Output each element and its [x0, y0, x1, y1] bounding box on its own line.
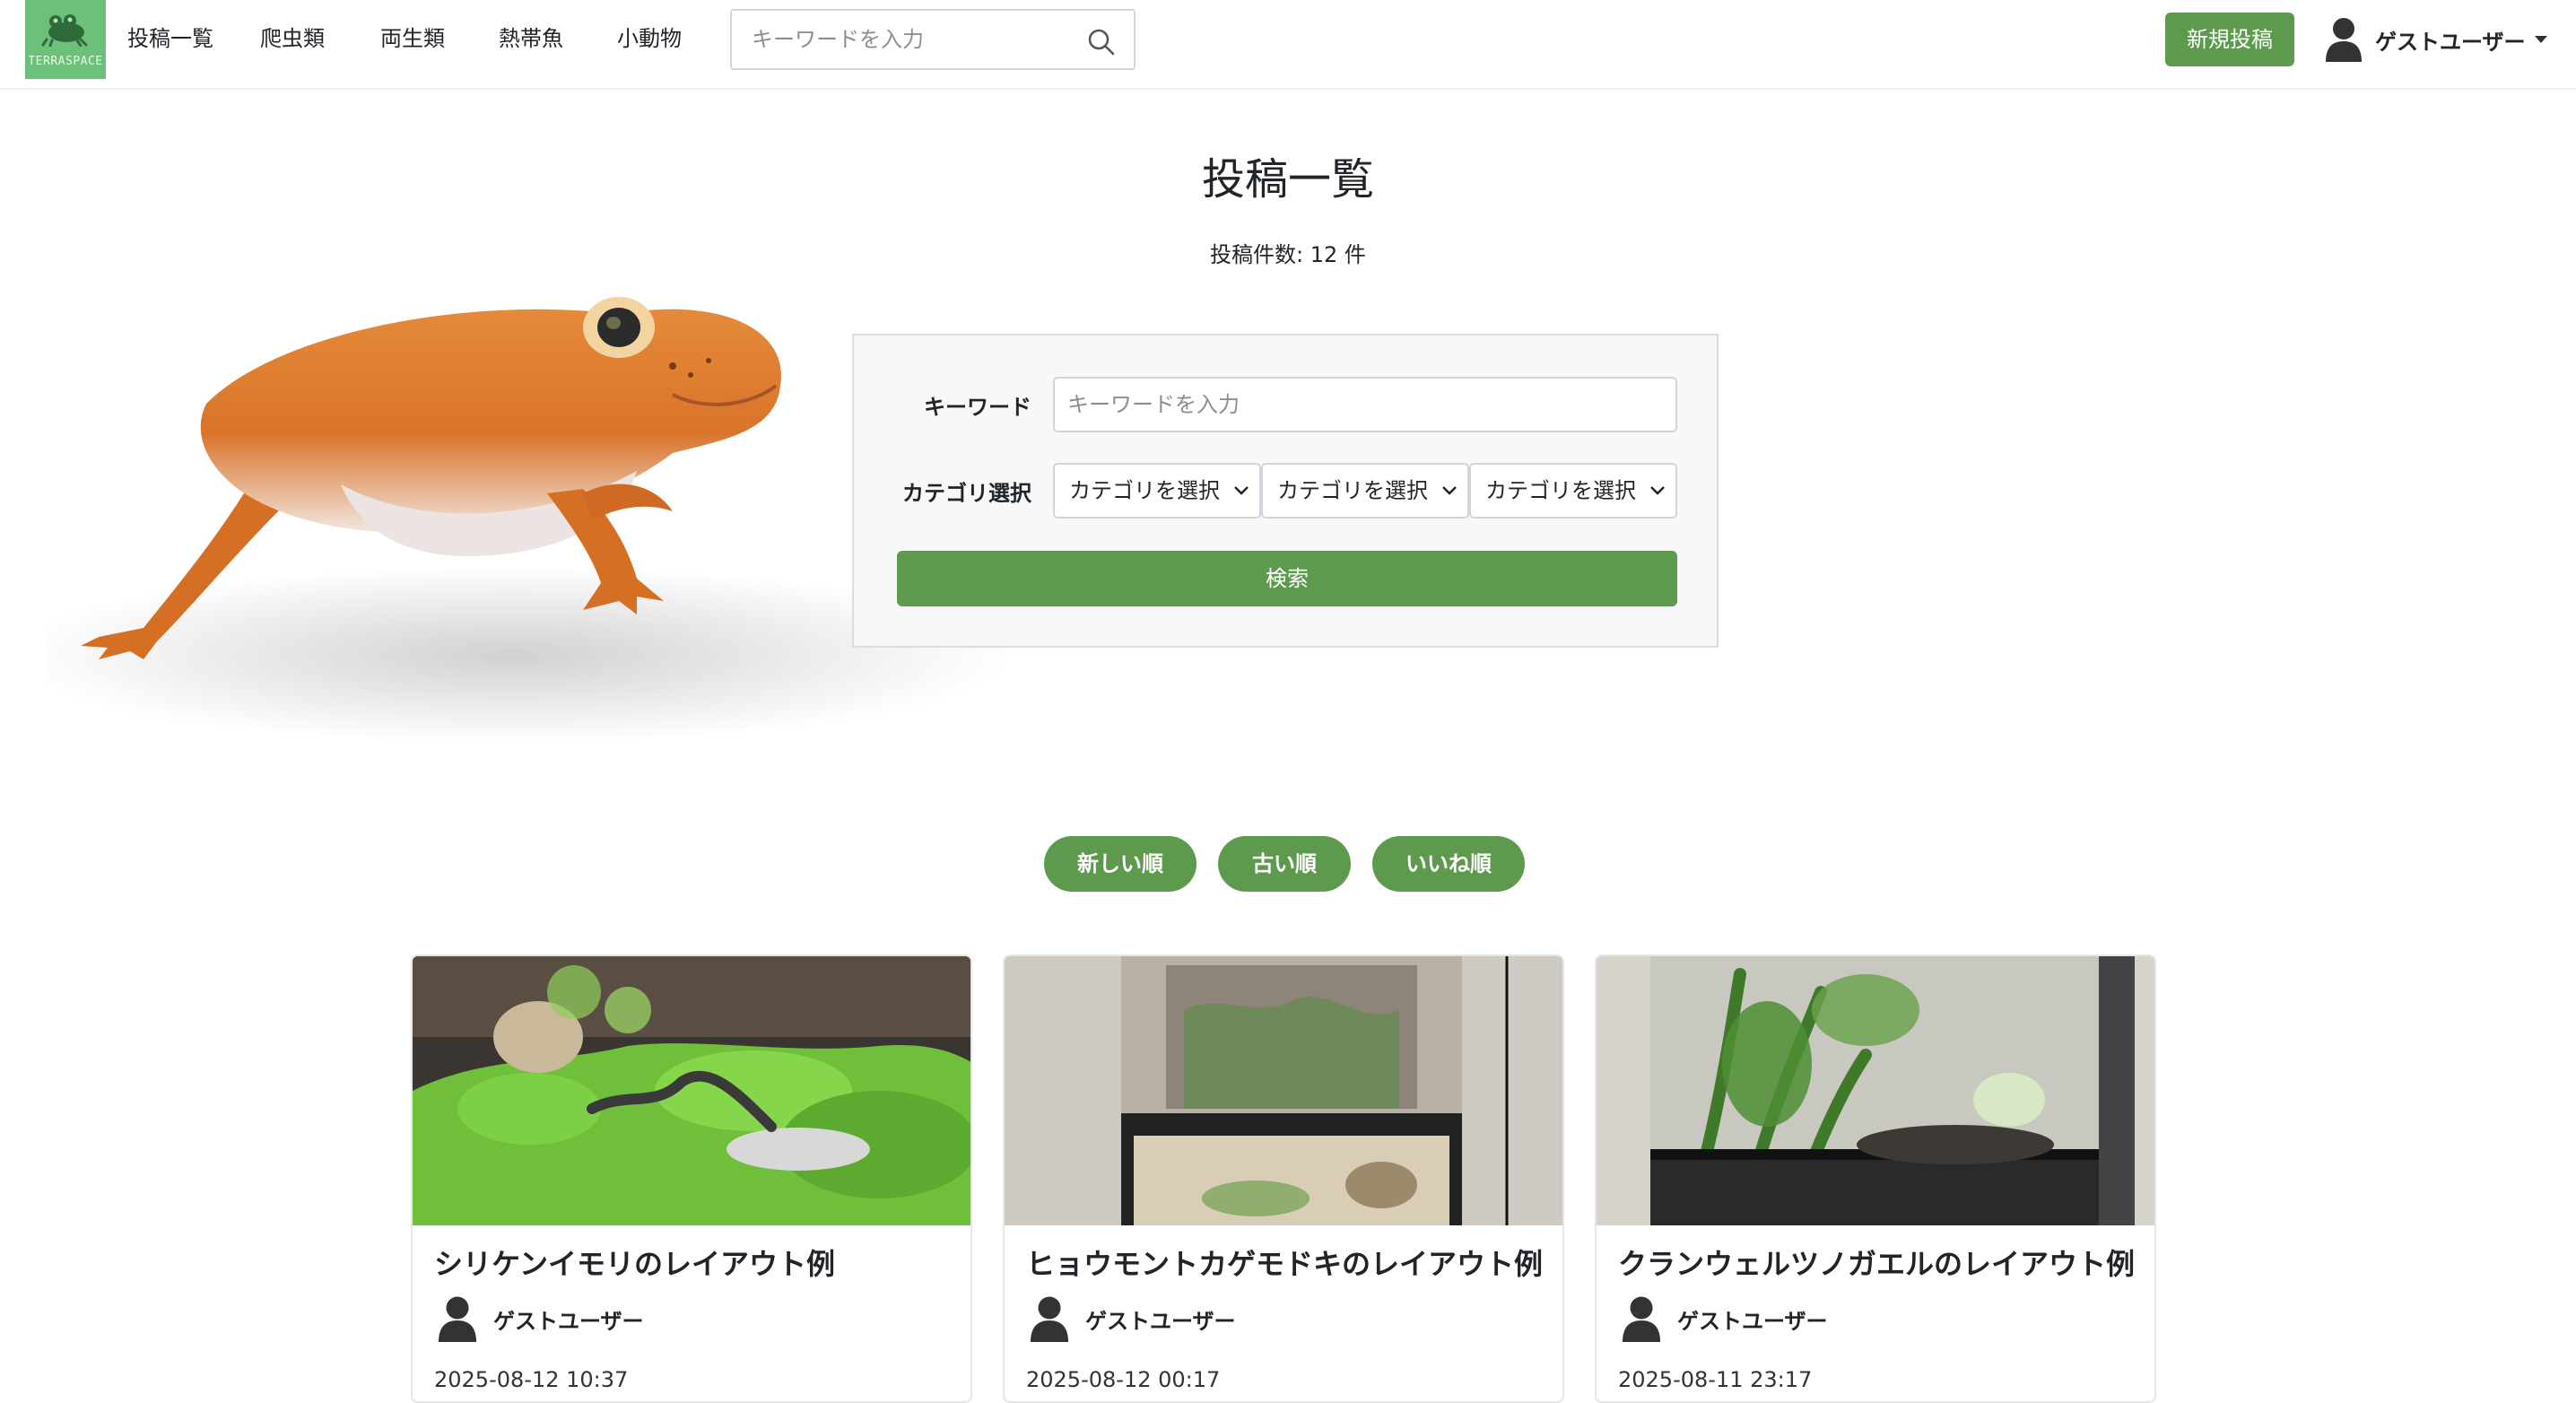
post-image-horned-frog-terrarium — [1597, 956, 2154, 1225]
nav-link-tropical-fish[interactable]: 熱帯魚 — [499, 23, 563, 54]
logo-text: TERRASPACE — [28, 55, 103, 68]
sort-oldest-button[interactable]: 古い順 — [1218, 836, 1351, 892]
user-name: ゲストユーザー — [2375, 29, 2526, 55]
post-author-name: ゲストユーザー — [1085, 1308, 1236, 1334]
post-date: 2025-08-12 00:17 — [1026, 1367, 1221, 1392]
author-avatar-icon — [1031, 1296, 1068, 1342]
category-label: カテゴリ選択 — [902, 481, 1031, 506]
post-card[interactable]: クランウェルツノガエルのレイアウト例 ゲストユーザー 2025-08-11 23… — [1595, 954, 2156, 1403]
post-author-name: ゲストユーザー — [493, 1308, 644, 1334]
nav-link-small-animals[interactable]: 小動物 — [617, 23, 682, 54]
post-author[interactable]: ゲストユーザー — [1622, 1295, 1828, 1342]
search-panel: キーワード カテゴリ選択 カテゴリを選択 カテゴリを選択 カテゴリを選択 検索 — [852, 334, 1719, 648]
page-title: 投稿一覧 — [1201, 154, 1374, 205]
chevron-down-icon — [1650, 486, 1665, 495]
nav-link-posts[interactable]: 投稿一覧 — [127, 23, 213, 54]
navbar: TERRASPACE 投稿一覧 爬虫類 両生類 熱帯魚 小動物 新規投稿 ゲスト… — [0, 0, 2576, 90]
keyword-label: キーワード — [924, 395, 1031, 420]
post-date: 2025-08-11 23:17 — [1618, 1367, 1813, 1392]
post-card[interactable]: ヒョウモントカゲモドキのレイアウト例 ゲストユーザー 2025-08-12 00… — [1003, 954, 1564, 1403]
category-select-2-value: カテゴリを選択 — [1277, 478, 1428, 503]
chevron-down-icon — [1234, 486, 1249, 495]
sort-likes-button[interactable]: いいね順 — [1372, 836, 1525, 892]
nav-link-reptiles[interactable]: 爬虫類 — [260, 23, 325, 54]
post-count: 投稿件数: 12 件 — [1210, 242, 1366, 267]
post-title[interactable]: ヒョウモントカゲモドキのレイアウト例 — [1026, 1242, 1543, 1283]
nav-search-input[interactable] — [752, 22, 1083, 57]
chevron-down-icon — [2534, 36, 2547, 43]
search-icon[interactable] — [1087, 28, 1116, 57]
post-image-newt-terrarium — [413, 956, 970, 1225]
category-select-3-value: カテゴリを選択 — [1485, 478, 1636, 503]
post-title[interactable]: クランウェルツノガエルのレイアウト例 — [1618, 1242, 2135, 1283]
keyword-input[interactable] — [1053, 377, 1677, 432]
post-author[interactable]: ゲストユーザー — [1030, 1295, 1236, 1342]
category-select-1-value: カテゴリを選択 — [1069, 478, 1220, 503]
post-date: 2025-08-12 10:37 — [434, 1367, 629, 1392]
post-card[interactable]: シリケンイモリのレイアウト例 ゲストユーザー 2025-08-12 10:37 — [411, 954, 972, 1403]
category-select-1[interactable]: カテゴリを選択 — [1053, 463, 1261, 518]
user-avatar-icon — [2326, 18, 2362, 62]
post-title[interactable]: シリケンイモリのレイアウト例 — [434, 1242, 835, 1283]
search-submit-button[interactable]: 検索 — [897, 551, 1677, 606]
category-select-2[interactable]: カテゴリを選択 — [1261, 463, 1469, 518]
author-avatar-icon — [439, 1296, 476, 1342]
nav-search-box — [730, 9, 1136, 70]
nav-link-amphibians[interactable]: 両生類 — [380, 23, 445, 54]
frog-icon — [41, 14, 88, 47]
new-post-button[interactable]: 新規投稿 — [2165, 13, 2294, 66]
post-author[interactable]: ゲストユーザー — [438, 1295, 644, 1342]
user-menu[interactable]: ゲストユーザー — [2325, 16, 2547, 63]
post-author-name: ゲストユーザー — [1677, 1308, 1828, 1334]
post-image-leopard-gecko-terrarium — [1005, 956, 1562, 1225]
author-avatar-icon — [1623, 1296, 1660, 1342]
category-select-3[interactable]: カテゴリを選択 — [1469, 463, 1677, 518]
sort-newest-button[interactable]: 新しい順 — [1044, 836, 1197, 892]
brand-logo[interactable]: TERRASPACE — [25, 0, 106, 79]
chevron-down-icon — [1442, 486, 1457, 495]
